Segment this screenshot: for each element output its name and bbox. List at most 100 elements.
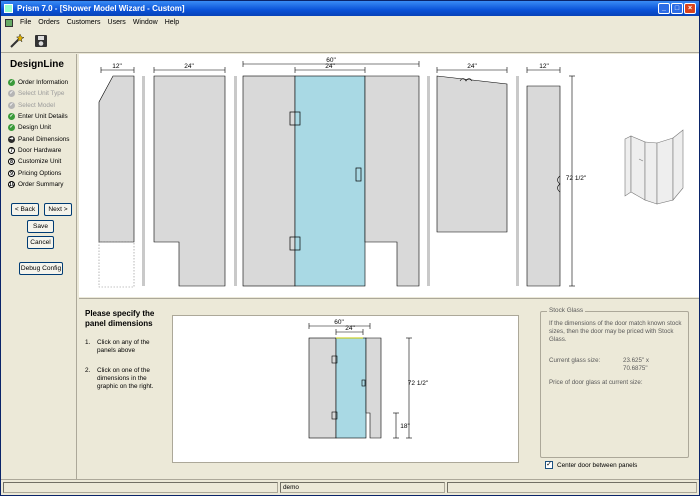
- dim-height[interactable]: 72 1/2": [566, 175, 587, 182]
- debug-config-button[interactable]: Debug Config: [19, 262, 63, 275]
- door-glass[interactable]: [294, 75, 366, 287]
- save-button[interactable]: Save: [27, 220, 54, 233]
- preview-drawing: 60" 24" 72 1/2" 18": [308, 319, 429, 439]
- app-icon: [4, 4, 13, 13]
- minimize-button[interactable]: _: [658, 3, 670, 14]
- panel-6[interactable]: [526, 85, 561, 287]
- check-icon: ✓: [8, 113, 15, 121]
- channel: [516, 76, 519, 286]
- close-button[interactable]: ×: [684, 3, 696, 14]
- preview-right-panel[interactable]: [365, 337, 382, 439]
- panel-1-notch: [98, 241, 135, 288]
- dimension-preview: 60" 24" 72 1/2" 18": [172, 315, 519, 463]
- toolbar: [1, 29, 699, 53]
- disk-icon[interactable]: [33, 33, 49, 49]
- dim-door-width[interactable]: 24": [325, 63, 335, 70]
- panel-1[interactable]: [98, 75, 135, 243]
- panel-5[interactable]: [436, 75, 508, 233]
- status-pane-3: [447, 482, 697, 493]
- step-label: Customize Unit: [18, 158, 62, 166]
- step-label: Enter Unit Details: [18, 113, 68, 121]
- menu-bar: File Orders Customers Users Window Help: [1, 16, 699, 29]
- status-bar: demo: [1, 479, 699, 495]
- step-label: Panel Dimensions: [18, 135, 70, 143]
- wizard-sidebar: DesignLine ✓ Order Information ✓ Select Un…: [3, 54, 77, 479]
- dim-panel2-width[interactable]: 24": [184, 63, 194, 70]
- preview-left-panel[interactable]: [308, 337, 337, 439]
- current-glass-height: 70.6875": [623, 365, 648, 372]
- check-icon: ✓: [8, 124, 15, 132]
- menu-help[interactable]: Help: [165, 19, 179, 26]
- step-label: Order Information: [18, 79, 69, 87]
- step-label: Select Model: [18, 101, 55, 109]
- check-icon: ✓: [8, 90, 15, 98]
- step-customize-unit[interactable]: 8 Customize Unit: [8, 156, 70, 167]
- wizard-steps: ✓ Order Information ✓ Select Unit Type ✓ Se…: [8, 77, 70, 190]
- window-controls: _ □ ×: [658, 3, 696, 14]
- step-select-model: ✓ Select Model: [8, 100, 70, 111]
- dim-panel1-width[interactable]: 12": [112, 63, 122, 70]
- cancel-button[interactable]: Cancel: [27, 236, 54, 249]
- channel: [234, 76, 237, 286]
- stock-glass-group: Stock Glass If the dimensions of the doo…: [540, 307, 689, 458]
- step-pricing-options[interactable]: 9 Pricing Options: [8, 167, 70, 178]
- menu-window[interactable]: Window: [133, 19, 158, 26]
- center-door-checkbox[interactable]: ✓ Center door between panels: [545, 461, 637, 469]
- step-design-unit[interactable]: ✓ Design Unit: [8, 122, 70, 133]
- instruction-2: 2. Click on one of the dimensions in the…: [85, 367, 169, 391]
- stock-glass-legend: Stock Glass: [547, 307, 586, 314]
- next-button[interactable]: Next >: [44, 203, 72, 216]
- preview-dim-height[interactable]: 72 1/2": [408, 380, 429, 387]
- title-bar: Prism 7.0 - [Shower Model Wizard - Custo…: [1, 1, 699, 16]
- status-pane-user: demo: [280, 482, 445, 493]
- preview-door[interactable]: [335, 337, 367, 439]
- step-label: Order Summary: [18, 180, 64, 188]
- center-door-label: Center door between panels: [557, 461, 638, 469]
- menu-orders[interactable]: Orders: [38, 19, 59, 26]
- check-icon: ✓: [8, 79, 15, 87]
- wizard-wand-icon[interactable]: [9, 33, 25, 49]
- dim-panel5-width[interactable]: 24": [467, 63, 477, 70]
- menu-customers[interactable]: Customers: [67, 19, 101, 26]
- instruction-text: Click on one of the dimensions in the gr…: [97, 367, 154, 390]
- unit-3d-preview: [624, 129, 684, 205]
- step-number: 9: [8, 169, 15, 177]
- instruction-text: Click on any of the panels above: [97, 339, 150, 354]
- step-number: 10: [8, 180, 15, 188]
- preview-dim-notch[interactable]: 18": [400, 423, 410, 430]
- current-glass-width: 23.625" x: [623, 357, 649, 364]
- status-pane-1: [3, 482, 278, 493]
- instructions-title: Please specify the panel dimensions: [85, 309, 155, 328]
- current-glass-value: 23.625" x 70.6875": [623, 357, 649, 373]
- arrow-right-icon: ➜: [8, 135, 15, 143]
- panel-3[interactable]: [242, 75, 296, 287]
- menu-users[interactable]: Users: [108, 19, 126, 26]
- current-glass-label: Current glass size:: [549, 357, 601, 364]
- panel-design-canvas: 12" 24" 60" 24" 24" 12" 72 1/2": [79, 54, 699, 297]
- price-glass-label: Price of door glass at current size:: [549, 379, 643, 386]
- dim-panel6-width[interactable]: 12": [539, 63, 549, 70]
- document-icon[interactable]: [5, 18, 13, 27]
- step-enter-unit-details[interactable]: ✓ Enter Unit Details: [8, 111, 70, 122]
- step-order-information[interactable]: ✓ Order Information: [8, 77, 70, 88]
- panel-2[interactable]: [153, 75, 226, 287]
- panel-4[interactable]: [364, 75, 420, 287]
- back-button[interactable]: < Back: [11, 203, 39, 216]
- channel: [142, 76, 145, 286]
- checkbox-checked-icon[interactable]: ✓: [545, 461, 553, 469]
- preview-dim-total[interactable]: 60": [334, 319, 344, 326]
- step-door-hardware[interactable]: 7 Door Hardware: [8, 145, 70, 156]
- step-select-unit-type: ✓ Select Unit Type: [8, 88, 70, 99]
- panel-elevation-drawing: 12" 24" 60" 24" 24" 12" 72 1/2": [98, 57, 684, 288]
- instruction-number: 1.: [85, 339, 91, 346]
- step-order-summary[interactable]: 10 Order Summary: [8, 179, 70, 190]
- step-panel-dimensions[interactable]: ➜ Panel Dimensions: [8, 133, 70, 144]
- step-label: Pricing Options: [18, 169, 62, 177]
- check-icon: ✓: [8, 101, 15, 109]
- step-number: 7: [8, 146, 15, 154]
- instruction-number: 2.: [85, 367, 91, 374]
- maximize-button[interactable]: □: [671, 3, 683, 14]
- step-number: 8: [8, 158, 15, 166]
- preview-dim-door[interactable]: 24": [345, 325, 355, 332]
- menu-file[interactable]: File: [20, 19, 31, 26]
